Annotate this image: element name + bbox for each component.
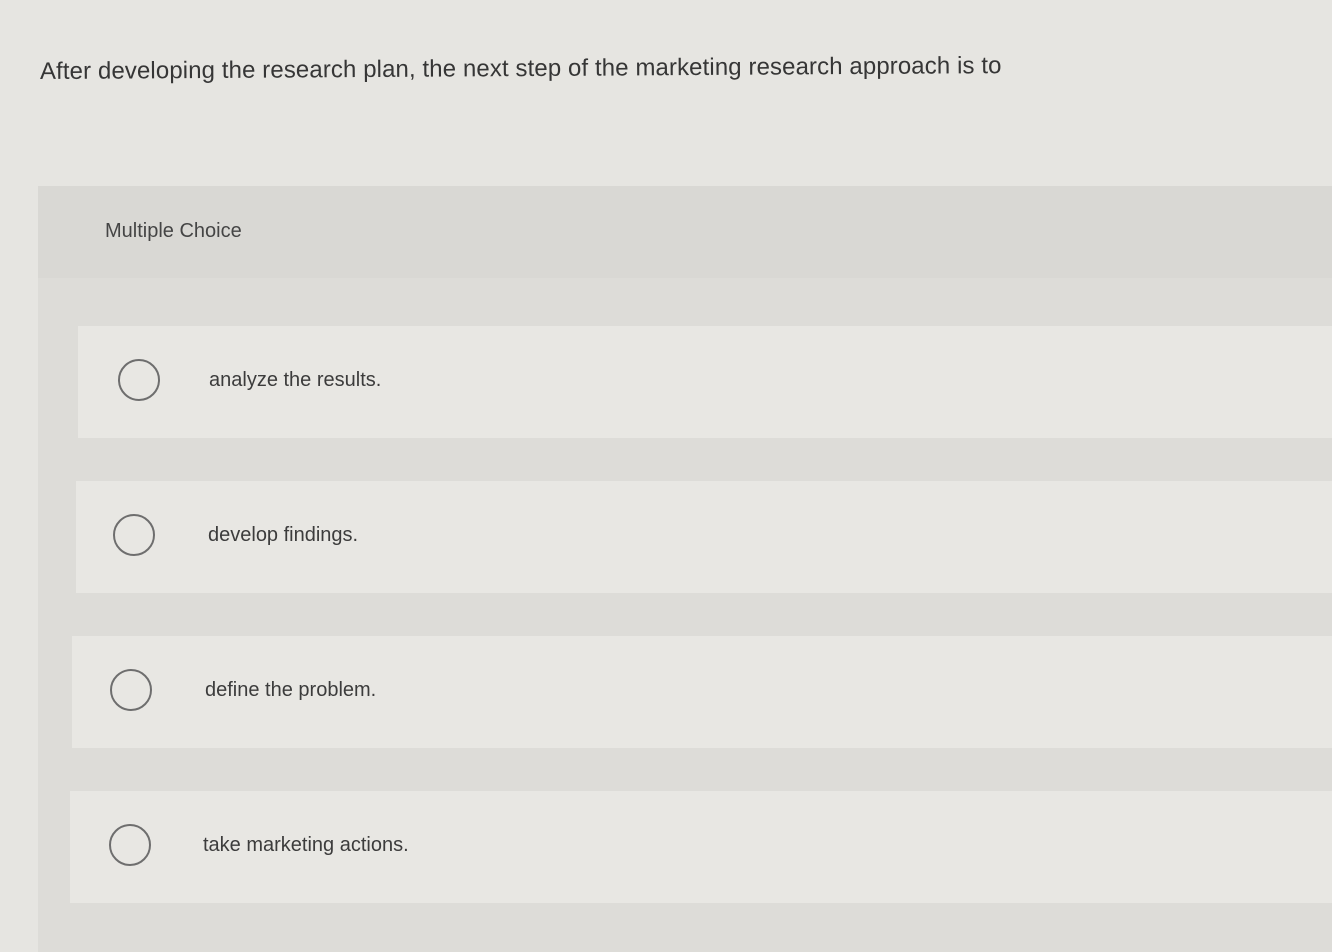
question-type-label: Multiple Choice (105, 220, 242, 242)
panel-header: Multiple Choice (38, 186, 1332, 278)
question-panel: Multiple Choice analyze the results. dev… (38, 186, 1332, 952)
radio-unselected-icon[interactable] (113, 514, 155, 556)
radio-unselected-icon[interactable] (118, 359, 160, 401)
choice-option-4[interactable]: take marketing actions. (70, 791, 1332, 903)
radio-unselected-icon[interactable] (109, 824, 151, 866)
choice-label: develop findings. (208, 524, 359, 546)
question-text: After developing the research plan, the … (39, 52, 1002, 85)
choice-option-3[interactable]: define the problem. (72, 636, 1332, 748)
choice-option-1[interactable]: analyze the results. (78, 326, 1332, 438)
choice-label: define the problem. (205, 679, 377, 701)
choice-label: take marketing actions. (203, 834, 409, 856)
choice-label: analyze the results. (209, 369, 382, 391)
choice-option-2[interactable]: develop findings. (76, 481, 1332, 593)
radio-unselected-icon[interactable] (110, 669, 152, 711)
